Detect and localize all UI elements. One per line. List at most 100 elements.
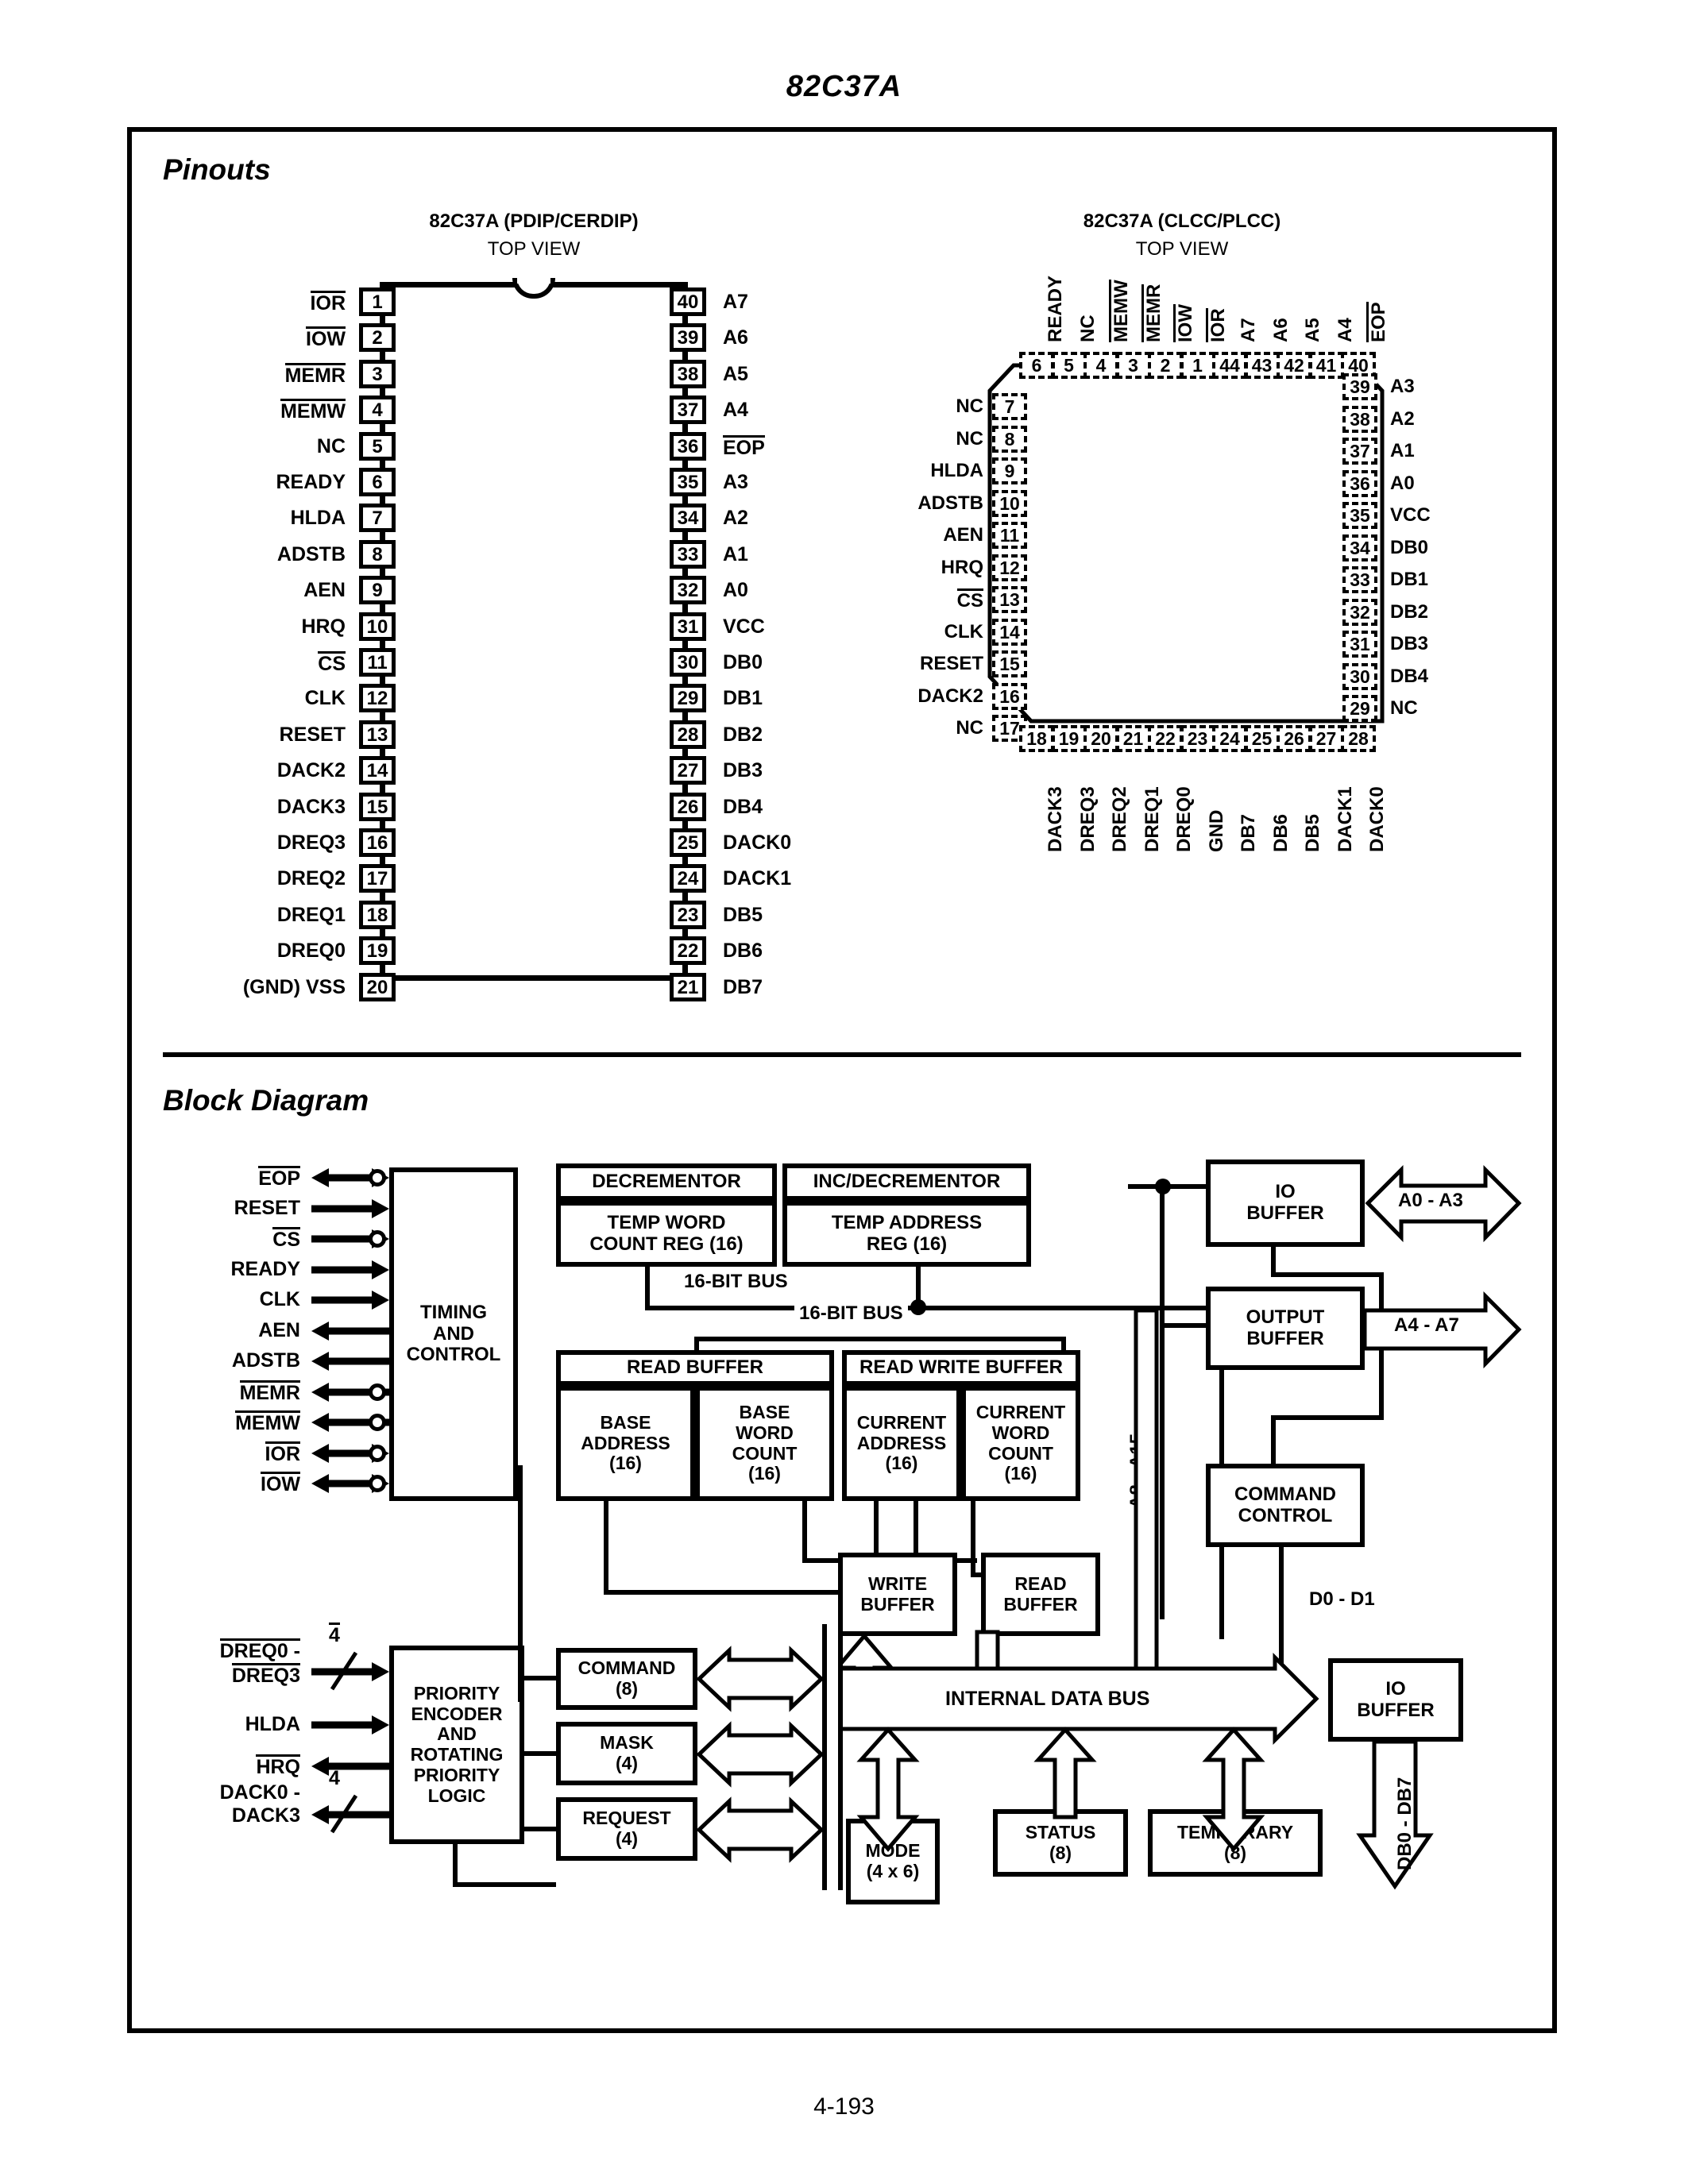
plcc-pin-box[interactable]: 7	[992, 393, 1027, 420]
dip-pin-box[interactable]: 4	[359, 396, 396, 425]
plcc-pin-box[interactable]: 41	[1308, 352, 1344, 379]
plcc-pin-box[interactable]: 42	[1277, 352, 1311, 379]
plcc-pin-box[interactable]: 25	[1244, 725, 1280, 752]
plcc-pin-box[interactable]: 39	[1342, 373, 1377, 400]
plcc-pin-box[interactable]: 26	[1277, 725, 1311, 752]
dip-pin-box[interactable]: 40	[670, 287, 706, 316]
dip-pin-box[interactable]: 25	[670, 828, 706, 857]
plcc-pin-box[interactable]: 27	[1308, 725, 1344, 752]
plcc-pin-label: ADSTB	[917, 492, 983, 514]
plcc-pin-box[interactable]: 28	[1341, 725, 1376, 752]
dip-pin-box[interactable]: 15	[359, 792, 396, 821]
dip-pin-box[interactable]: 31	[670, 612, 706, 641]
plcc-package-subtitle: TOP VIEW	[1135, 238, 1229, 260]
bus-label-a0-a3: A0 - A3	[1398, 1190, 1463, 1211]
plcc-pin-box[interactable]: 4	[1083, 352, 1118, 379]
plcc-pin-box[interactable]: 29	[1342, 695, 1377, 722]
dip-pin-box[interactable]: 9	[359, 576, 396, 605]
dip-pin-box[interactable]: 35	[670, 468, 706, 496]
plcc-pin-label: RESET	[919, 653, 983, 674]
plcc-pin-box[interactable]: 6	[1019, 352, 1054, 379]
plcc-pin-box[interactable]: 5	[1051, 352, 1087, 379]
bus-label-16bit-lower: 16-BIT BUS	[794, 1302, 908, 1325]
block-line: ADDRESS	[856, 1432, 947, 1453]
plcc-pin-box[interactable]: 11	[992, 522, 1027, 549]
dip-pin-box[interactable]: 26	[670, 792, 706, 821]
dip-pin-box[interactable]: 7	[359, 504, 396, 533]
plcc-pin-box[interactable]: 19	[1051, 725, 1087, 752]
plcc-pin-box[interactable]: 3	[1115, 352, 1151, 379]
dip-pin-box[interactable]: 6	[359, 468, 396, 496]
plcc-pin-box[interactable]: 14	[992, 618, 1027, 646]
page-number: 4-193	[813, 2093, 875, 2120]
dip-pin-box[interactable]: 21	[670, 972, 706, 1001]
plcc-pin-box[interactable]: 9	[992, 457, 1027, 484]
dip-pin-box[interactable]: 19	[359, 936, 396, 966]
plcc-pin-box[interactable]: 1	[1180, 352, 1215, 379]
dip-package-title: 82C37A (PDIP/CERDIP)	[429, 210, 639, 232]
dip-pin-box[interactable]: 30	[670, 648, 706, 677]
dip-pin-box[interactable]: 37	[670, 396, 706, 425]
plcc-pin-label: A2	[1390, 407, 1415, 430]
plcc-pin-box[interactable]: 35	[1342, 502, 1377, 529]
plcc-pin-box[interactable]: 16	[992, 682, 1027, 710]
dip-pin-box[interactable]: 39	[670, 323, 706, 353]
plcc-pin-box[interactable]: 12	[992, 554, 1027, 581]
plcc-pin-box[interactable]: 24	[1212, 725, 1247, 752]
plcc-pin-box[interactable]: 32	[1342, 598, 1377, 626]
block-decrementor: DECREMENTOR	[556, 1163, 777, 1201]
plcc-pin-box[interactable]: 38	[1342, 405, 1377, 433]
dip-pin-box[interactable]: 1	[359, 287, 396, 316]
plcc-pin-box[interactable]: 31	[1342, 631, 1377, 658]
block-line: LOGIC	[427, 1785, 486, 1806]
plcc-pin-box[interactable]: 20	[1083, 725, 1118, 752]
plcc-pin-box[interactable]: 30	[1342, 662, 1377, 690]
plcc-pin-box[interactable]: 37	[1342, 438, 1377, 465]
plcc-pin-label: NC	[956, 717, 983, 739]
dip-pin-box[interactable]: 14	[359, 756, 396, 785]
plcc-pin-box[interactable]: 18	[1019, 725, 1054, 752]
dip-pin-box[interactable]: 3	[359, 359, 396, 388]
dip-pin-box[interactable]: 33	[670, 539, 706, 569]
dip-pin-box[interactable]: 23	[670, 900, 706, 929]
dip-pin-box[interactable]: 8	[359, 539, 396, 569]
dip-pin-box[interactable]: 38	[670, 359, 706, 388]
dip-pin-box[interactable]: 18	[359, 900, 396, 929]
bus-wire	[524, 1751, 558, 1756]
dip-pin-box[interactable]: 36	[670, 431, 706, 461]
plcc-pin-box[interactable]: 10	[992, 489, 1027, 517]
dip-pin-box[interactable]: 11	[359, 648, 396, 677]
dip-pin-box[interactable]: 2	[359, 323, 396, 353]
dip-pin-box[interactable]: 24	[670, 864, 706, 893]
dip-pin-box[interactable]: 12	[359, 684, 396, 713]
bus-wire	[1128, 1184, 1211, 1189]
dip-pin-box[interactable]: 22	[670, 936, 706, 966]
plcc-pin-box[interactable]: 33	[1342, 566, 1377, 593]
dip-pin-box[interactable]: 16	[359, 828, 396, 857]
plcc-pin-box[interactable]: 22	[1148, 725, 1183, 752]
dip-pin-box[interactable]: 32	[670, 576, 706, 605]
dip-pin-box[interactable]: 27	[670, 756, 706, 785]
dip-pin-box[interactable]: 20	[359, 972, 396, 1001]
dip-pin-box[interactable]: 17	[359, 864, 396, 893]
plcc-pin-box[interactable]: 23	[1180, 725, 1215, 752]
plcc-pin-box[interactable]: 36	[1342, 469, 1377, 497]
plcc-pin-box[interactable]: 8	[992, 425, 1027, 453]
plcc-pin-box[interactable]: 44	[1212, 352, 1247, 379]
dip-pin-box[interactable]: 29	[670, 684, 706, 713]
dip-pin-box[interactable]: 28	[670, 720, 706, 749]
plcc-pin-box[interactable]: 21	[1115, 725, 1151, 752]
plcc-pin-label: GND	[1205, 809, 1227, 852]
dip-pin-box[interactable]: 10	[359, 612, 396, 641]
plcc-pin-label: DREQ1	[1141, 786, 1163, 852]
plcc-pin-box[interactable]: 2	[1148, 352, 1183, 379]
dip-pin-label: A5	[723, 362, 748, 385]
plcc-pin-box[interactable]: 34	[1342, 534, 1377, 561]
plcc-pin-box[interactable]: 43	[1244, 352, 1280, 379]
plcc-pin-box[interactable]: 15	[992, 650, 1027, 677]
plcc-pin-box[interactable]: 13	[992, 586, 1027, 613]
dip-pin-box[interactable]: 5	[359, 431, 396, 461]
dip-pin-box[interactable]: 13	[359, 720, 396, 749]
block-line: CONTROL	[1238, 1504, 1333, 1526]
dip-pin-box[interactable]: 34	[670, 504, 706, 533]
